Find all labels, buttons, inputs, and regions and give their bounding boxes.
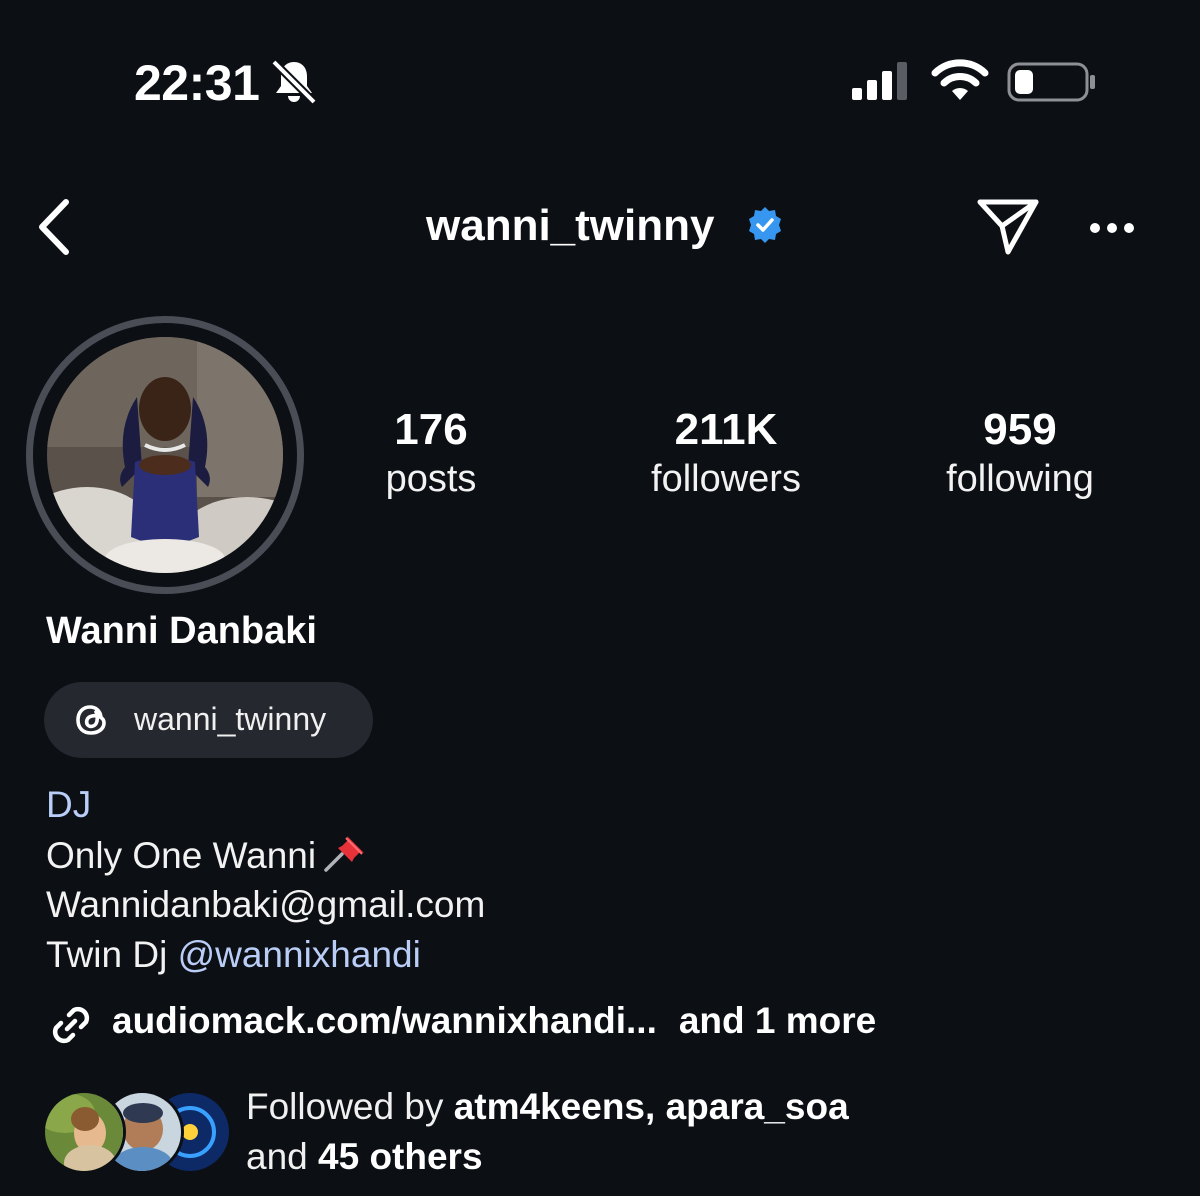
signal-icon xyxy=(852,62,907,100)
mutual-follower-avatar[interactable] xyxy=(42,1090,126,1174)
profile-photo xyxy=(47,337,283,573)
profile-username-title: wanni_twinny xyxy=(426,201,715,250)
link-url[interactable]: audiomack.com/wannixhandi... xyxy=(112,1000,657,1041)
bio-category[interactable]: DJ xyxy=(46,782,91,828)
pushpin-icon xyxy=(324,836,365,872)
bio-twin-prefix: Twin Dj xyxy=(46,934,178,975)
bio-tagline: Only One Wanni xyxy=(46,832,368,879)
followers-value: 211K xyxy=(674,405,778,454)
back-icon[interactable] xyxy=(34,196,78,258)
threads-icon xyxy=(76,705,106,735)
mention-link[interactable]: @wannixhandi xyxy=(178,934,421,975)
posts-value: 176 xyxy=(394,405,468,454)
posts-label: posts xyxy=(385,458,477,500)
mutual-follower-name[interactable]: atm4keens xyxy=(454,1086,645,1127)
followed-by-separator: , xyxy=(645,1086,666,1127)
followed-by-prefix: Followed by xyxy=(246,1086,454,1127)
bio-twin-line: Twin Dj @wannixhandi xyxy=(46,932,421,978)
battery-icon xyxy=(1007,62,1095,102)
threads-handle: wanni_twinny xyxy=(134,701,327,737)
following-label: following xyxy=(946,458,1094,500)
followed-by-text[interactable]: Followed by atm4keens, apara_soa and 45 … xyxy=(246,1082,849,1182)
display-name: Wanni Danbaki xyxy=(46,610,317,652)
more-options-icon[interactable] xyxy=(1088,218,1136,238)
bio-tagline-text: Only One Wanni xyxy=(46,835,317,876)
following-count[interactable]: 959 following xyxy=(890,404,1150,502)
status-time: 22:31 xyxy=(134,55,260,111)
verified-badge-icon xyxy=(749,207,781,243)
wifi-icon xyxy=(931,59,989,100)
threads-badge-button[interactable]: wanni_twinny xyxy=(44,682,373,758)
bio-email: Wannidanbaki@gmail.com xyxy=(46,884,486,925)
mutual-follower-name[interactable]: apara_soa xyxy=(666,1086,849,1127)
others-count[interactable]: 45 others xyxy=(318,1136,483,1177)
send-message-icon[interactable] xyxy=(974,194,1042,258)
external-link[interactable]: audiomack.com/wannixhandi... and 1 more xyxy=(112,998,876,1044)
followers-label: followers xyxy=(651,458,801,500)
posts-count[interactable]: 176 posts xyxy=(301,404,561,502)
link-more[interactable]: and 1 more xyxy=(679,1000,876,1041)
link-icon xyxy=(52,1006,90,1044)
followers-count[interactable]: 211K followers xyxy=(596,404,856,502)
following-value: 959 xyxy=(983,405,1057,454)
followed-by-and: and xyxy=(246,1136,319,1177)
profile-avatar[interactable] xyxy=(26,316,304,594)
bell-off-icon xyxy=(271,59,317,105)
